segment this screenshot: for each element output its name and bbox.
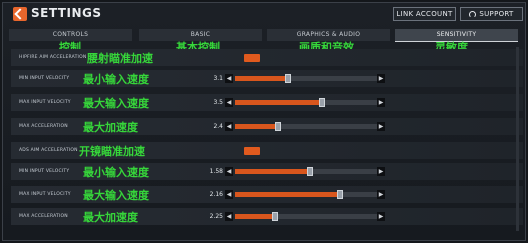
slider-fill [235, 124, 278, 129]
decrease-arrow-icon[interactable]: ◀ [225, 190, 233, 199]
decrease-arrow-icon[interactable]: ◀ [225, 98, 233, 107]
setting-label-overlay: 最小输入速度 [83, 166, 149, 179]
link-account-button[interactable]: LINK ACCOUNT [393, 7, 456, 21]
slider-fill [235, 76, 288, 81]
apex-logo-icon [13, 7, 27, 21]
tab-bar: CONTROLS BASIC GRAPHICS & AUDIO SENSITIV… [9, 29, 523, 54]
setting-value: 2.4 [213, 123, 223, 130]
increase-arrow-icon[interactable]: ▶ [377, 122, 385, 131]
decrease-arrow-icon[interactable]: ◀ [225, 167, 233, 176]
scrollbar[interactable] [516, 47, 519, 231]
decrease-arrow-icon[interactable]: ◀ [225, 212, 233, 221]
slider-track[interactable] [235, 167, 377, 176]
setting-label: MAX INPUT VELOCITY [19, 100, 71, 105]
decrease-arrow-icon[interactable]: ◀ [225, 74, 233, 83]
settings-panel: SETTINGS LINK ACCOUNT SUPPORT CONTROLS B… [2, 2, 526, 241]
setting-value: 1.58 [209, 168, 223, 175]
slider-track[interactable] [235, 122, 377, 131]
setting-label-overlay: 最大输入速度 [83, 97, 149, 110]
support-button[interactable]: SUPPORT [460, 7, 523, 21]
setting-label: MIN INPUT VELOCITY [19, 76, 70, 81]
slider-fill [235, 169, 310, 174]
setting-label: MAX ACCELERATION [19, 124, 68, 129]
slider-track[interactable] [235, 74, 377, 83]
decrease-arrow-icon[interactable]: ◀ [225, 122, 233, 131]
help-circle-icon [469, 10, 477, 18]
top-bar: SETTINGS LINK ACCOUNT SUPPORT [3, 3, 525, 25]
setting-value: 2.16 [209, 191, 223, 198]
setting-label: MIN INPUT VELOCITY [19, 169, 70, 174]
increase-arrow-icon[interactable]: ▶ [377, 74, 385, 83]
increase-arrow-icon[interactable]: ▶ [377, 167, 385, 176]
increase-arrow-icon[interactable]: ▶ [377, 190, 385, 199]
slider-thumb[interactable] [307, 167, 313, 176]
slider-fill [235, 214, 275, 219]
slider-thumb[interactable] [272, 212, 278, 221]
slider-fill [235, 192, 340, 197]
setting-label: MAX ACCELERATION [19, 214, 68, 219]
setting-label-overlay: 腰射瞄准加速 [87, 52, 153, 65]
slider-thumb[interactable] [337, 190, 343, 199]
slider-thumb[interactable] [285, 74, 291, 83]
slider-thumb[interactable] [319, 98, 325, 107]
setting-label-overlay: 开镜瞄准加速 [79, 145, 145, 158]
increase-arrow-icon[interactable]: ▶ [377, 98, 385, 107]
setting-label: MAX INPUT VELOCITY [19, 192, 71, 197]
setting-label-overlay: 最大输入速度 [83, 189, 149, 202]
slider-track[interactable] [235, 98, 377, 107]
toggle-switch[interactable] [244, 147, 260, 155]
setting-label-overlay: 最大加速度 [83, 121, 138, 134]
setting-value: 2.25 [209, 213, 223, 220]
increase-arrow-icon[interactable]: ▶ [377, 212, 385, 221]
slider-track[interactable] [235, 212, 377, 221]
support-label: SUPPORT [479, 10, 514, 18]
setting-label: ADS AIM ACCELERATION [19, 148, 78, 153]
setting-value: 3.5 [213, 99, 223, 106]
toggle-switch[interactable] [244, 54, 260, 62]
setting-value: 3.1 [213, 75, 223, 82]
slider-fill [235, 100, 322, 105]
slider-thumb[interactable] [275, 122, 281, 131]
page-title: SETTINGS [31, 6, 102, 20]
setting-label-overlay: 最大加速度 [83, 211, 138, 224]
setting-label-overlay: 最小输入速度 [83, 73, 149, 86]
slider-track[interactable] [235, 190, 377, 199]
setting-label: HIPFIRE AIM ACCELERATION [19, 55, 87, 60]
